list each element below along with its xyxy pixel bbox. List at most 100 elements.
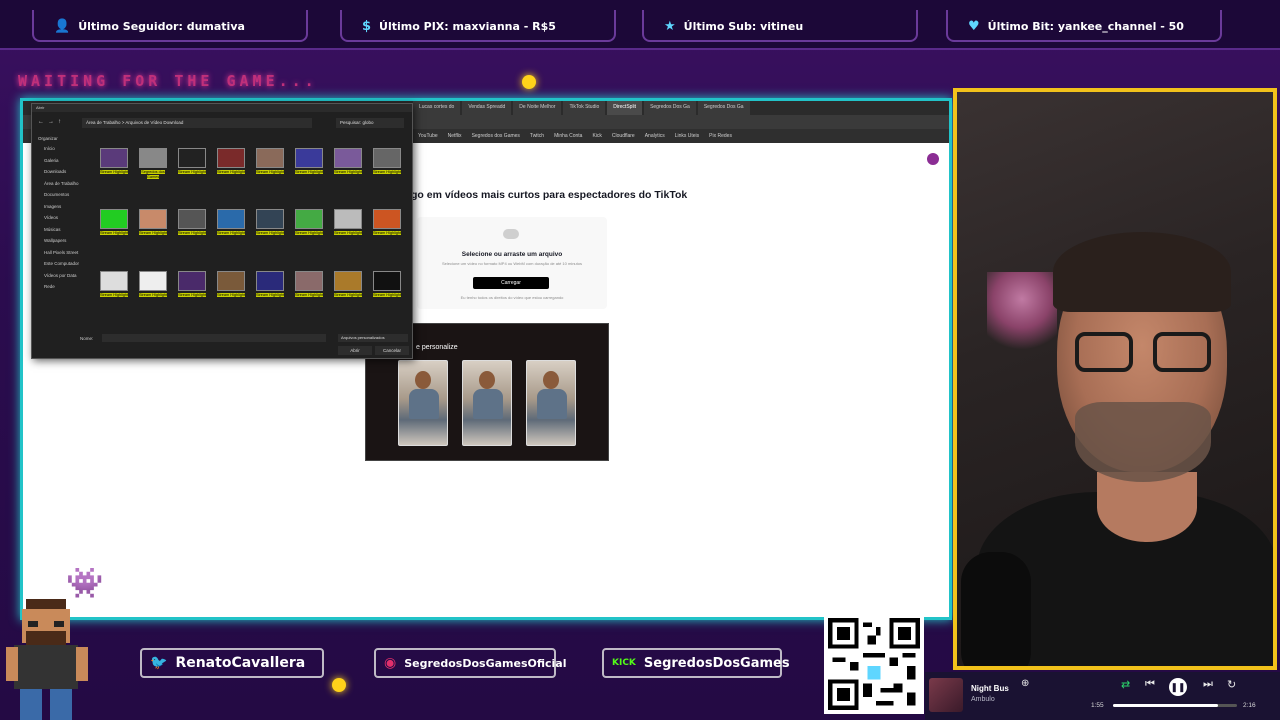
sidebar-item[interactable]: Rede <box>36 284 92 296</box>
file-item[interactable]: Stream Highlight <box>369 146 405 202</box>
sidebar-item[interactable]: Galeria <box>36 158 92 170</box>
bookmark-item[interactable]: Cloudflare <box>612 129 635 143</box>
sidebar-item[interactable]: Este Computador <box>36 261 92 273</box>
file-item[interactable]: Stream Highlight <box>213 146 249 202</box>
file-item[interactable]: Stream Highlight <box>291 146 327 202</box>
instagram-icon: ◉ <box>384 655 397 671</box>
file-item[interactable]: Stream Highlight <box>213 207 249 263</box>
file-item[interactable]: Stream Highlight <box>252 269 288 325</box>
sidebar-item[interactable]: Vídeos <box>36 215 92 227</box>
progress-fill <box>1113 704 1219 707</box>
kick-handle-text: SegredosDosGames <box>643 655 790 671</box>
pause-icon[interactable]: ❚❚ <box>1169 678 1187 696</box>
file-item[interactable]: Stream Highlight <box>174 146 210 202</box>
upload-dropzone[interactable]: Selecione ou arraste um arquivo Selecion… <box>417 217 607 309</box>
sidebar-item[interactable]: Músicas <box>36 227 92 239</box>
file-item[interactable]: Stream Highlight <box>291 269 327 325</box>
repeat-icon[interactable]: ↻ <box>1227 678 1236 691</box>
profile-avatar[interactable] <box>927 153 939 165</box>
bookmark-item[interactable]: Links Uteis <box>675 129 699 143</box>
previous-icon[interactable]: ⏮ <box>1145 678 1155 691</box>
bookmark-item[interactable]: Twitch <box>530 129 544 143</box>
filename-input[interactable] <box>102 334 326 342</box>
bookmark-item[interactable]: Pix Redes <box>709 129 732 143</box>
browser-tab[interactable]: TikTok Studio <box>563 101 606 115</box>
sidebar-item[interactable]: Downloads <box>36 169 92 181</box>
file-item[interactable]: Stream Highlight <box>291 207 327 263</box>
browser-tab-active[interactable]: DirectSplit <box>607 101 643 115</box>
waiting-text: WAITING FOR THE GAME... <box>18 72 318 90</box>
dialog-address-bar[interactable]: Área de Trabalho > Arquivos de Vídeo Dow… <box>82 118 312 128</box>
last-sub-label: Último Sub: vitineu <box>683 19 804 33</box>
open-button[interactable]: Abrir <box>338 346 372 355</box>
bookmark-item[interactable]: Segredos dos Games <box>472 129 520 143</box>
file-item[interactable]: Stream Highlight <box>174 207 210 263</box>
twitter-handle-text: RenatoCavallera <box>175 655 306 671</box>
browser-tab[interactable]: Lucas cortes do <box>413 101 461 115</box>
sidebar-item[interactable]: Vídeos por Data <box>36 273 92 285</box>
bookmark-item[interactable]: YouTube <box>418 129 438 143</box>
file-name: Stream Highlight <box>255 231 285 236</box>
upload-subtitle: Selecione um vídeo no formato MP4 ou Web… <box>441 261 582 266</box>
file-thumbnail <box>178 148 206 168</box>
dialog-search-input[interactable]: Pesquisar: globo <box>336 118 404 128</box>
sidebar-item[interactable]: Wallpapers <box>36 238 92 250</box>
cancel-button[interactable]: Cancelar <box>375 346 409 355</box>
file-item[interactable]: Stream Highlight <box>369 269 405 325</box>
browser-tab[interactable]: De Noite Melhor <box>513 101 562 115</box>
bookmark-item[interactable]: Netflix <box>448 129 462 143</box>
browser-tab[interactable]: Segredos Dos Ga <box>644 101 696 115</box>
nav-arrows-icon[interactable]: ←→↑ <box>38 119 65 125</box>
instagram-handle: ◉ SegredosDosGamesOficial <box>374 648 567 678</box>
last-pix-label: Último PIX: maxvianna - R$5 <box>379 19 556 33</box>
file-thumbnail <box>217 270 245 291</box>
file-item[interactable]: Stream Highlight <box>252 146 288 202</box>
sidebar-item[interactable]: Hall Pixels Street <box>36 250 92 262</box>
file-name: Stream Highlight <box>216 231 246 236</box>
webcam-feed <box>953 88 1277 670</box>
file-item[interactable]: Stream Highlight <box>330 269 366 325</box>
file-item[interactable]: Stream Highlight <box>96 146 132 202</box>
file-thumbnail <box>178 270 206 291</box>
file-name: Stream Highlight <box>216 292 246 297</box>
file-open-dialog: Abrir ←→↑ Área de Trabalho > Arquivos de… <box>31 103 413 359</box>
file-name: Stream Highlight <box>294 231 324 236</box>
progress-bar[interactable] <box>1113 704 1237 707</box>
webcam-person-beard <box>1075 402 1211 482</box>
file-item[interactable]: Stream Highlight <box>252 207 288 263</box>
upload-note: Eu tenho todos os direitos do vídeo que … <box>460 295 564 300</box>
preview-thumbnail <box>398 360 448 446</box>
file-item[interactable]: Stream Highlight <box>96 269 132 325</box>
file-item[interactable]: Stream Highlight <box>135 269 171 325</box>
sidebar-item[interactable]: Área de Trabalho <box>36 181 92 193</box>
upload-button[interactable]: Carregar <box>473 277 549 289</box>
bookmark-item[interactable]: Kick <box>592 129 601 143</box>
file-item[interactable]: Segredos dos Games <box>135 146 171 202</box>
file-item[interactable]: Stream Highlight <box>330 207 366 263</box>
add-icon[interactable]: ⊕ <box>1021 678 1029 689</box>
file-thumbnail <box>217 148 245 168</box>
bookmark-item[interactable]: Minha Conta <box>554 129 582 143</box>
file-item[interactable]: Stream Highlight <box>369 207 405 263</box>
sidebar-item[interactable]: Documentos <box>36 192 92 204</box>
last-follower-alert: 👤 Último Seguidor: dumativa <box>32 10 308 42</box>
organize-menu[interactable]: Organizar <box>38 136 58 141</box>
browser-tab[interactable]: Segredos Dos Ga <box>697 101 750 115</box>
file-type-filter[interactable]: Arquivos personalizados <box>338 334 408 342</box>
file-item[interactable]: Stream Highlight <box>330 146 366 202</box>
file-item[interactable]: Stream Highlight <box>96 207 132 263</box>
sidebar-item[interactable]: Imagens <box>36 204 92 216</box>
file-name: Stream Highlight <box>177 292 207 297</box>
bookmark-item[interactable]: Analytics <box>645 129 665 143</box>
file-name: Stream Highlight <box>372 170 402 174</box>
file-name: Stream Highlight <box>255 292 285 297</box>
microphone <box>961 552 1031 666</box>
shuffle-icon[interactable]: ⇄ <box>1121 678 1130 691</box>
browser-tab[interactable]: Vendas Spreadd <box>462 101 512 115</box>
next-icon[interactable]: ⏭ <box>1203 678 1213 691</box>
file-item[interactable]: Stream Highlight <box>174 269 210 325</box>
file-item[interactable]: Stream Highlight <box>213 269 249 325</box>
preview-thumbnail <box>526 360 576 446</box>
sidebar-item[interactable]: Início <box>36 146 92 158</box>
file-item[interactable]: Stream Highlight <box>135 207 171 263</box>
